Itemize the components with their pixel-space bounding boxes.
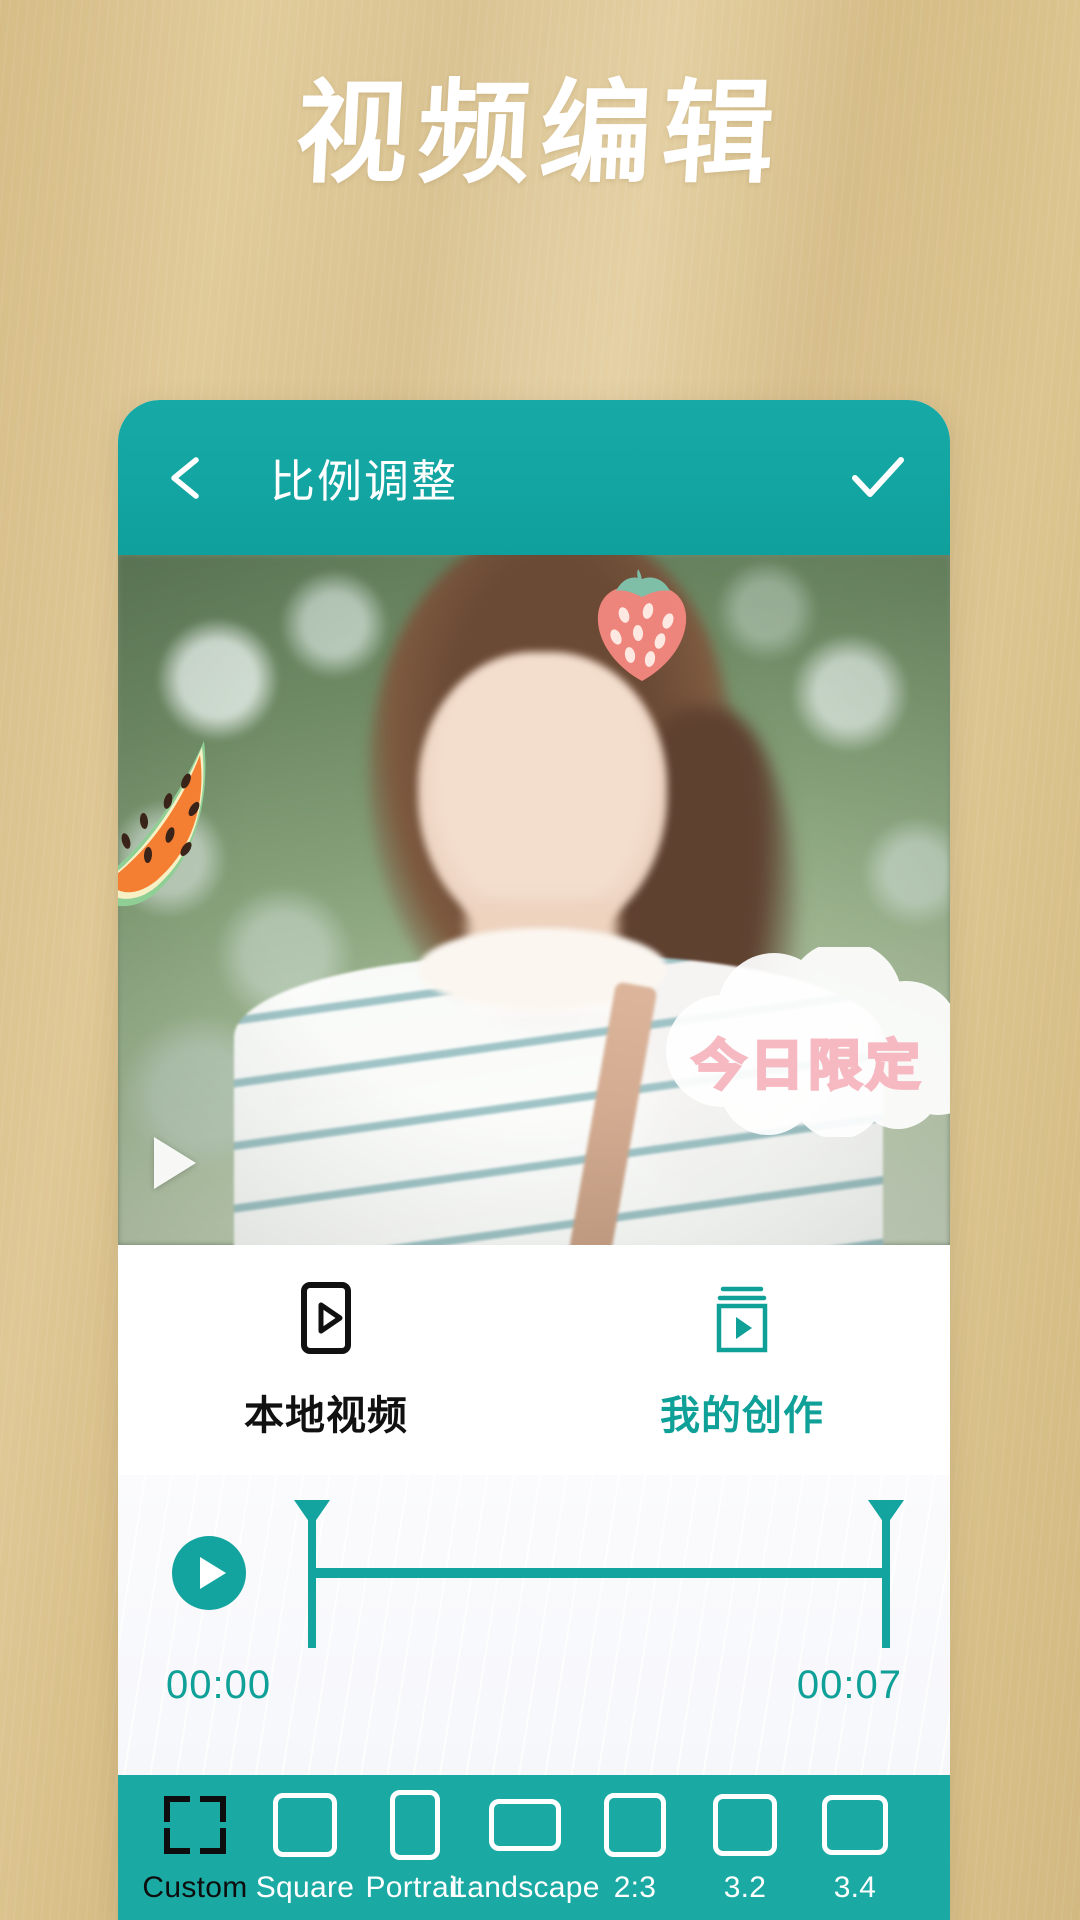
timeline-end-time: 00:07 <box>796 1663 902 1707</box>
ratio-label-3-2: 3.2 <box>723 1871 767 1904</box>
stacked-frames-play-icon <box>709 1279 775 1357</box>
landscape-icon <box>489 1795 561 1855</box>
app-bar-title: 比例调整 <box>270 455 459 508</box>
timeline-handle-right[interactable] <box>868 1500 904 1648</box>
ratio-label-landscape: Landscape <box>450 1871 600 1904</box>
timeline-start-time: 00:00 <box>166 1663 272 1707</box>
ratio-option-2-3[interactable]: 2:3 <box>580 1793 690 1905</box>
watermelon-icon <box>118 741 206 907</box>
cloud-sticker-text: 今日限定 <box>691 1033 924 1099</box>
confirm-button[interactable] <box>842 443 912 513</box>
ratio-option-landscape[interactable]: Landscape <box>450 1795 599 1905</box>
tab-my-creations-label: 我的创作 <box>660 1393 824 1439</box>
ratio-option-3-4[interactable]: 3.4 <box>800 1795 910 1905</box>
back-button[interactable] <box>156 446 220 510</box>
timeline-track[interactable] <box>294 1498 904 1648</box>
ratio-23-icon <box>604 1793 666 1857</box>
portrait-icon <box>390 1790 440 1860</box>
ratio-label-custom: Custom <box>142 1871 248 1904</box>
timeline-play-button[interactable] <box>172 1536 246 1610</box>
tab-local-video[interactable]: 本地视频 <box>118 1279 534 1441</box>
video-preview[interactable]: 今日限定 <box>118 555 950 1245</box>
ratio-label-3-4: 3.4 <box>833 1871 877 1904</box>
ratio-34-icon <box>822 1795 888 1855</box>
ratio-32-icon <box>713 1794 777 1856</box>
phone-play-icon <box>294 1279 358 1357</box>
ratio-label-square: Square <box>255 1871 355 1904</box>
timeline-panel: 00:00 00:07 <box>118 1475 950 1775</box>
play-triangle-icon[interactable] <box>154 1137 196 1189</box>
arrow-left-icon <box>171 456 199 499</box>
tab-my-creations[interactable]: 我的创作 <box>534 1279 950 1441</box>
app-bar: 比例调整 <box>118 400 950 555</box>
timeline-selection-bar <box>308 1568 890 1578</box>
timeline-row <box>154 1475 914 1671</box>
preview-vignette <box>118 555 950 1245</box>
play-circle-icon <box>200 1557 226 1589</box>
strawberry-sticker[interactable] <box>586 563 698 683</box>
check-icon <box>852 456 904 497</box>
timeline-times: 00:00 00:07 <box>154 1663 914 1708</box>
square-icon <box>273 1793 337 1857</box>
timeline-handle-left[interactable] <box>294 1500 330 1648</box>
tab-local-video-label: 本地视频 <box>244 1393 408 1439</box>
source-tabs: 本地视频 我的创作 <box>118 1245 950 1475</box>
ratio-label-2-3: 2:3 <box>613 1871 657 1904</box>
crop-corners-icon <box>164 1795 226 1855</box>
aspect-ratio-strip[interactable]: Custom Square Portrait Landscape 2:3 3.2… <box>118 1775 950 1920</box>
ratio-option-square[interactable]: Square <box>250 1793 360 1905</box>
phone-mockup: 比例调整 今日限定 本地视频 我的创作 00:00 00:07 Custom S… <box>118 400 950 1920</box>
watermelon-sticker[interactable] <box>118 725 234 915</box>
page-title: 视频编辑 <box>292 69 788 199</box>
ratio-option-custom[interactable]: Custom <box>140 1795 250 1905</box>
ratio-option-3-2[interactable]: 3.2 <box>690 1794 800 1905</box>
cloud-sticker[interactable]: 今日限定 <box>648 941 950 1139</box>
strawberry-icon <box>597 569 687 681</box>
